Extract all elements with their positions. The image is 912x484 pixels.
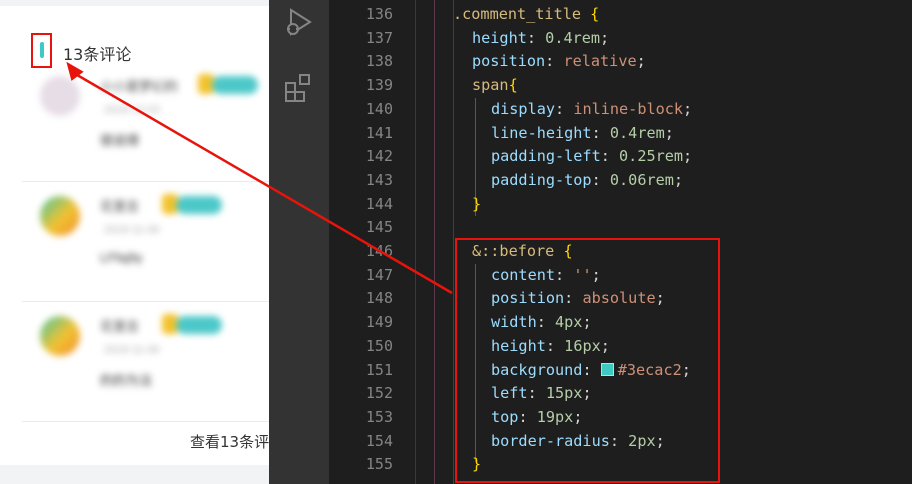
comment-item[interactable]: 小小是梦幻的 2019-12-02 很说得 (22, 62, 269, 182)
mobile-preview: 13条评论 小小是梦幻的 2019-12-02 很说得 花里吉 2019-11-… (0, 0, 269, 484)
code-line-138: position: relative; (472, 52, 646, 71)
code-line-139: span{ (472, 76, 518, 95)
activity-bar (269, 0, 329, 484)
comment-username: 花里吉 (100, 319, 140, 334)
card-bottom-gap (0, 466, 269, 484)
avatar (40, 76, 80, 116)
line-number: 140 (365, 99, 393, 118)
code-line-136: .comment_title { (453, 5, 600, 23)
indent-guide (434, 0, 435, 484)
line-number: 142 (365, 147, 393, 166)
line-number: 137 (365, 28, 393, 47)
code-line-143: padding-top: 0.06rem; (491, 170, 684, 189)
view-more-comments-link[interactable]: 查看13条评 (190, 431, 269, 452)
comment-divider (22, 421, 269, 422)
level-badge (176, 316, 222, 334)
line-number: 155 (365, 455, 393, 474)
line-number: 149 (365, 313, 393, 332)
indent-guide (453, 0, 454, 484)
comment-time: 2019-12-02 (104, 104, 161, 116)
comment-text: 的的为法 (100, 373, 153, 388)
line-number: 150 (365, 336, 393, 355)
line-number: 139 (365, 76, 393, 95)
comment-item[interactable]: 花里吉 2019-11-06 LFfaj9y (22, 182, 269, 302)
avatar (40, 316, 80, 356)
line-number: 138 (365, 52, 393, 71)
line-number: 136 (365, 5, 393, 23)
comment-time: 2019-11-06 (104, 224, 160, 236)
line-number: 151 (365, 360, 393, 379)
line-number: 147 (365, 265, 393, 284)
run-debug-icon[interactable] (282, 5, 316, 39)
line-number: 154 (365, 431, 393, 450)
comment-time: 2019-11-06 (104, 344, 160, 356)
indent-guide (415, 0, 416, 484)
code-line-142: padding-left: 0.25rem; (491, 147, 693, 166)
comment-text: 很说得 (100, 133, 140, 148)
line-number: 148 (365, 289, 393, 308)
code-line-141: line-height: 0.4rem; (491, 123, 674, 142)
highlight-box-before-rule (455, 238, 720, 483)
avatar (40, 196, 80, 236)
line-number: 141 (365, 123, 393, 142)
level-badge (176, 196, 222, 214)
line-number: 152 (365, 384, 393, 403)
comment-username: 花里吉 (100, 199, 140, 214)
extensions-icon[interactable] (282, 72, 316, 106)
comment-text: LFfaj9y (100, 250, 143, 265)
level-badge (212, 76, 258, 94)
line-number: 144 (365, 194, 393, 213)
code-line-137: height: 0.4rem; (472, 28, 610, 47)
code-line-140: display: inline-block; (491, 99, 693, 118)
line-number: 145 (365, 218, 393, 237)
line-number: 146 (365, 242, 393, 260)
code-line-144: } (472, 194, 482, 213)
comment-username: 小小是梦幻的 (100, 79, 179, 94)
comment-item[interactable]: 花里吉 2019-11-06 的的为法 (22, 302, 269, 422)
line-number: 153 (365, 407, 393, 426)
line-number: 143 (365, 170, 393, 189)
